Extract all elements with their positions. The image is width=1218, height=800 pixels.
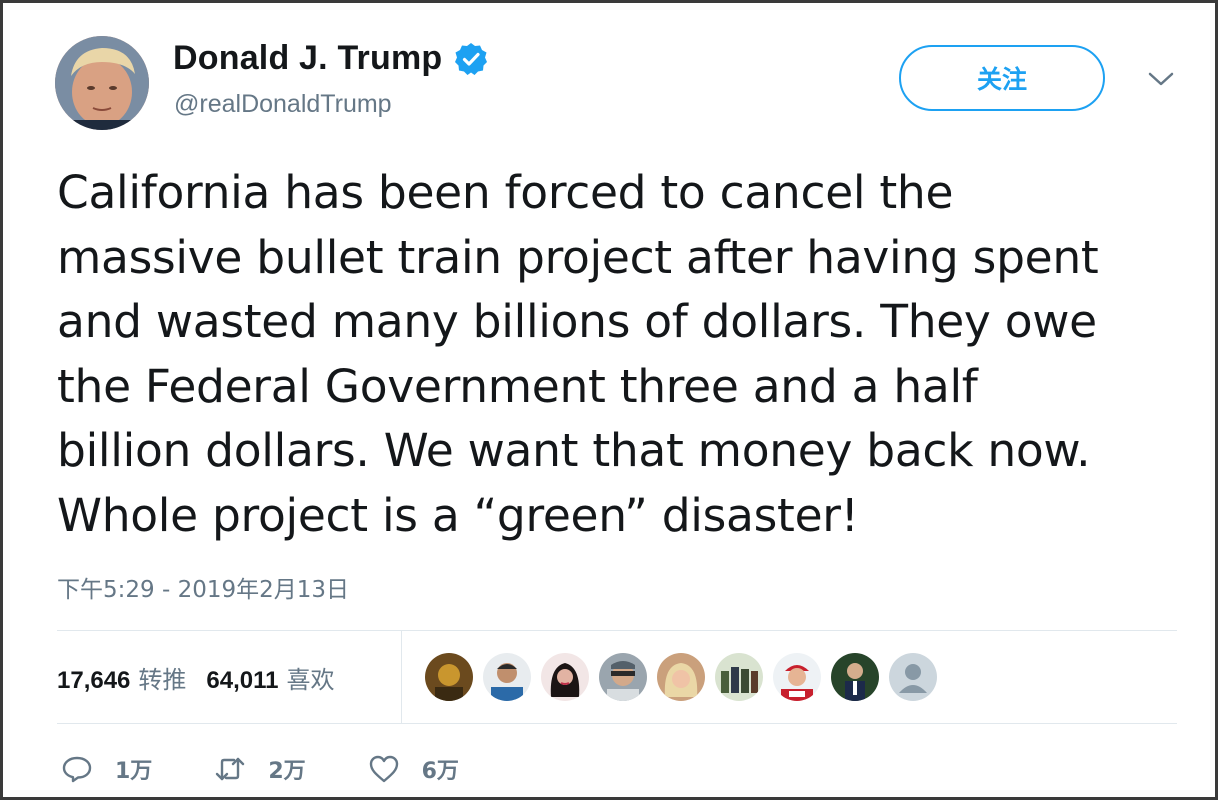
tweet-text: California has been forced to cancel the… xyxy=(57,166,1099,542)
like-count: 6万 xyxy=(421,759,459,784)
divider xyxy=(57,723,1177,724)
retweets-count: 17,646 xyxy=(57,667,131,694)
like-button[interactable]: 6万 xyxy=(368,753,459,785)
timestamp[interactable]: 下午5:29 - 2019年2月13日 xyxy=(57,570,349,604)
liker-avatar[interactable] xyxy=(541,653,589,701)
avatar-image xyxy=(55,36,149,130)
liker-avatar[interactable] xyxy=(425,653,473,701)
likes-label: 喜欢 xyxy=(286,666,335,694)
reply-button[interactable]: 1万 xyxy=(61,753,152,785)
avatar[interactable] xyxy=(55,36,149,130)
action-bar: 1万 2万 6万 xyxy=(61,753,459,785)
retweet-icon xyxy=(214,753,246,785)
handle[interactable]: @realDonaldTrump xyxy=(174,90,392,119)
follow-button[interactable]: 关注 xyxy=(899,45,1105,111)
divider xyxy=(401,631,402,723)
liker-avatar[interactable] xyxy=(831,653,879,701)
heart-icon xyxy=(368,753,400,785)
liker-avatar[interactable] xyxy=(773,653,821,701)
retweet-button[interactable]: 2万 xyxy=(214,753,306,785)
divider xyxy=(57,630,1177,631)
liker-avatar-default[interactable] xyxy=(889,653,937,701)
tweet-card: Donald J. Trump @realDonaldTrump 关注 Cali… xyxy=(0,0,1218,800)
liker-avatars xyxy=(425,653,937,701)
likes-stat[interactable]: 64,011 喜欢 xyxy=(206,660,334,695)
reply-count: 1万 xyxy=(115,759,153,784)
likes-count: 64,011 xyxy=(206,667,279,694)
liker-avatar[interactable] xyxy=(599,653,647,701)
liker-avatar[interactable] xyxy=(715,653,763,701)
display-name[interactable]: Donald J. Trump xyxy=(173,39,442,78)
retweets-label: 转推 xyxy=(138,666,187,694)
name-row: Donald J. Trump xyxy=(173,39,488,78)
liker-avatar[interactable] xyxy=(483,653,531,701)
reply-icon xyxy=(61,753,93,785)
chevron-down-icon[interactable] xyxy=(1147,69,1175,89)
retweet-count: 2万 xyxy=(268,759,306,784)
verified-badge-icon xyxy=(454,42,488,76)
retweets-stat[interactable]: 17,646 转推 xyxy=(57,660,186,695)
stats-row: 17,646 转推 64,011 喜欢 xyxy=(57,660,335,695)
liker-avatar[interactable] xyxy=(657,653,705,701)
